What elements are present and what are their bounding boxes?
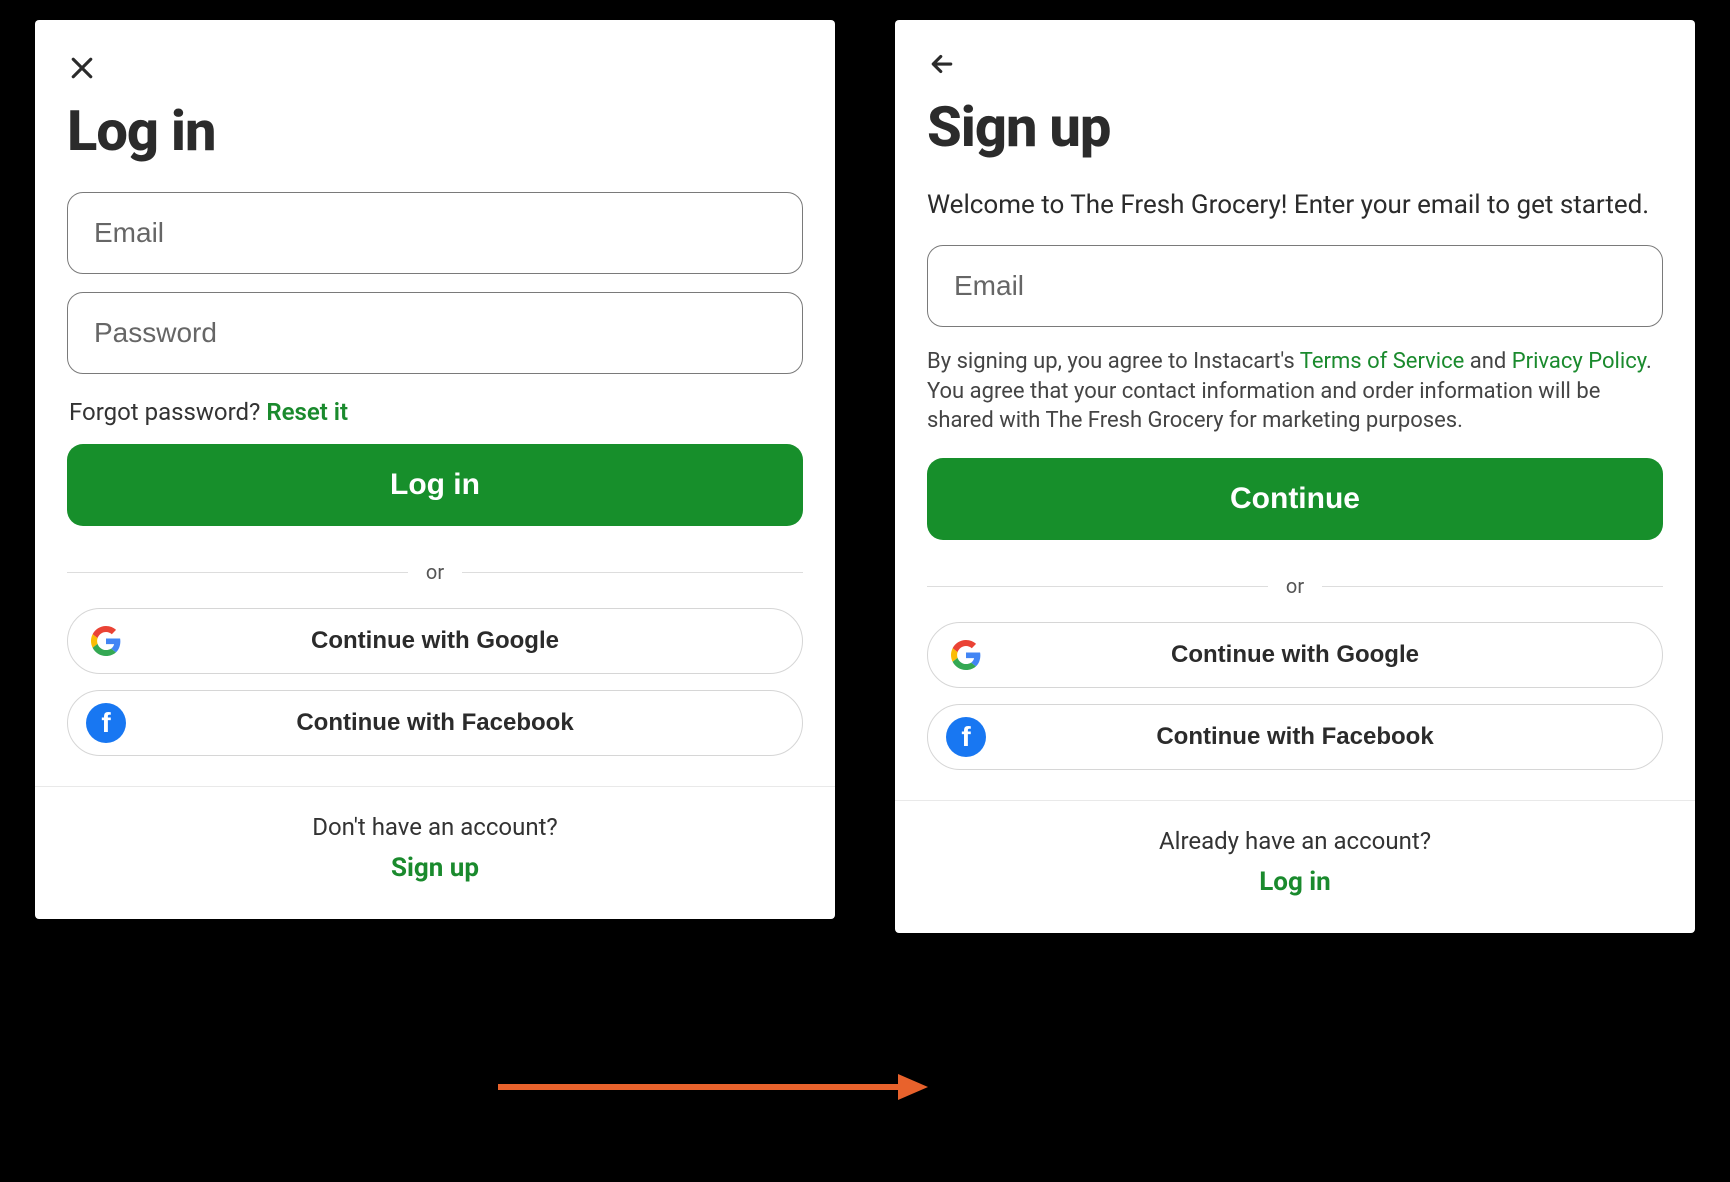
continue-with-google-button[interactable]: Continue with Google <box>927 622 1663 688</box>
divider-line <box>462 572 803 573</box>
arrow-left-icon <box>927 49 957 79</box>
legal-prefix: By signing up, you agree to Instacart's <box>927 349 1300 374</box>
signup-subtitle: Welcome to The Fresh Grocery! Enter your… <box>927 188 1663 223</box>
forgot-password-text: Forgot password? <box>69 398 266 426</box>
login-footer: Don't have an account? Sign up <box>67 813 803 883</box>
google-button-label: Continue with Google <box>311 627 559 655</box>
google-button-label: Continue with Google <box>1171 641 1419 669</box>
footer-question: Already have an account? <box>927 827 1663 855</box>
signup-divider: or <box>927 574 1663 598</box>
signup-panel: Sign up Welcome to The Fresh Grocery! En… <box>895 20 1695 933</box>
continue-with-facebook-button[interactable]: f Continue with Facebook <box>67 690 803 756</box>
divider-line <box>67 572 408 573</box>
login-panel: Log in Forgot password? Reset it Log in … <box>35 20 835 919</box>
facebook-icon: f <box>86 703 126 743</box>
facebook-icon: f <box>946 717 986 757</box>
forgot-password-row: Forgot password? Reset it <box>69 398 803 426</box>
legal-mid: and <box>1464 349 1511 374</box>
close-icon <box>67 53 97 83</box>
login-title: Log in <box>67 98 803 164</box>
divider-line <box>927 586 1268 587</box>
footer-question: Don't have an account? <box>67 813 803 841</box>
login-divider: or <box>67 560 803 584</box>
footer-separator <box>35 786 835 787</box>
signup-footer: Already have an account? Log in <box>927 827 1663 897</box>
google-icon <box>86 621 126 661</box>
continue-with-google-button[interactable]: Continue with Google <box>67 608 803 674</box>
password-field[interactable] <box>67 292 803 374</box>
signup-title: Sign up <box>927 94 1663 160</box>
annotation-arrow-icon <box>498 1072 928 1102</box>
divider-or-label: or <box>1286 574 1304 598</box>
signup-email-field[interactable] <box>927 245 1663 327</box>
close-button[interactable] <box>67 48 107 88</box>
login-submit-button[interactable]: Log in <box>67 444 803 526</box>
legal-text: By signing up, you agree to Instacart's … <box>927 347 1663 436</box>
terms-of-service-link[interactable]: Terms of Service <box>1300 349 1465 374</box>
privacy-policy-link[interactable]: Privacy Policy <box>1512 349 1646 374</box>
divider-line <box>1322 586 1663 587</box>
continue-with-facebook-button[interactable]: f Continue with Facebook <box>927 704 1663 770</box>
back-button[interactable] <box>927 44 967 84</box>
google-icon <box>946 635 986 675</box>
signup-link[interactable]: Sign up <box>67 853 803 883</box>
login-link[interactable]: Log in <box>927 867 1663 897</box>
facebook-button-label: Continue with Facebook <box>1156 723 1433 751</box>
facebook-button-label: Continue with Facebook <box>296 709 573 737</box>
footer-separator <box>895 800 1695 801</box>
reset-password-link[interactable]: Reset it <box>266 398 348 426</box>
divider-or-label: or <box>426 560 444 584</box>
continue-button[interactable]: Continue <box>927 458 1663 540</box>
email-field[interactable] <box>67 192 803 274</box>
